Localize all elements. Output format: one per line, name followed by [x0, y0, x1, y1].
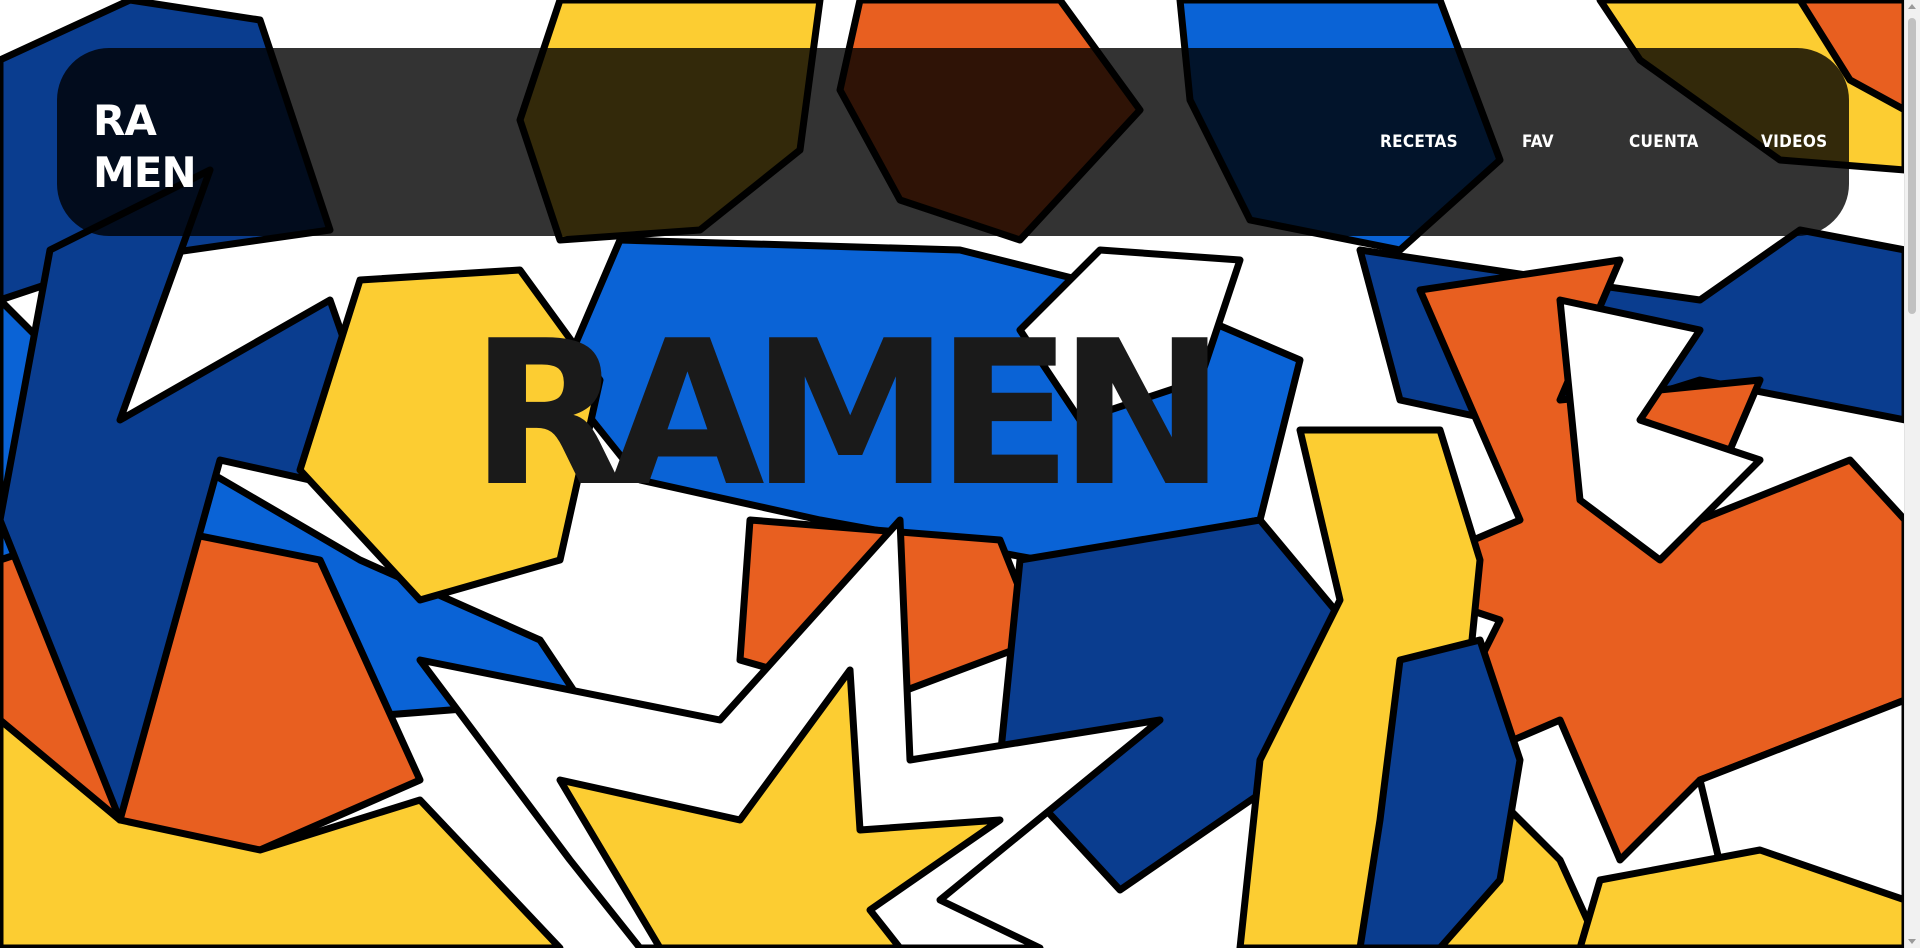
hero-title: RAMEN [470, 298, 1226, 531]
scrollbar-thumb[interactable] [1908, 18, 1916, 314]
logo-line-1: RA [93, 96, 157, 145]
nav-link-videos[interactable]: VIDEOS [1761, 132, 1828, 152]
logo-line-2: MEN [93, 148, 197, 197]
scroll-down-arrow-icon[interactable] [1908, 939, 1916, 944]
nav-link-cuenta[interactable]: CUENTA [1629, 132, 1699, 152]
top-navbar [57, 48, 1849, 236]
nav-link-recetas[interactable]: RECETAS [1380, 132, 1458, 152]
scroll-up-arrow-icon[interactable] [1908, 4, 1916, 9]
page-scrollbar[interactable] [1904, 0, 1920, 948]
logo[interactable]: RA MEN [93, 95, 197, 199]
nav-link-fav[interactable]: FAV [1522, 132, 1554, 152]
